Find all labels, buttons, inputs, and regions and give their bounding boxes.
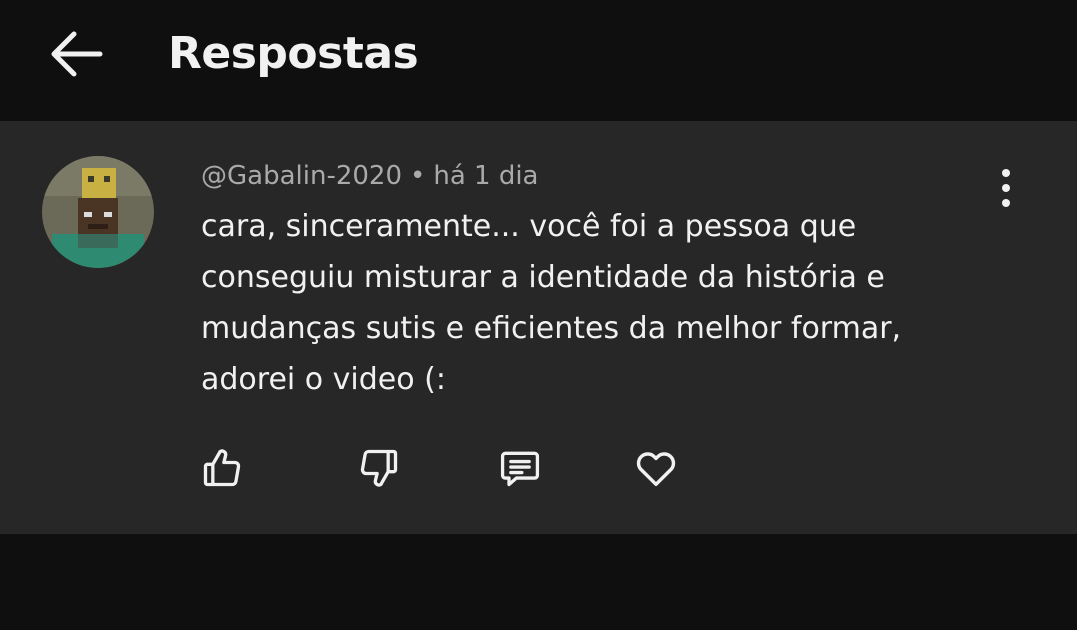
minecraft-character-avatar (42, 156, 154, 268)
bottom-empty-area (0, 534, 1077, 630)
reply-button[interactable] (496, 444, 544, 492)
avatar[interactable] (42, 156, 154, 268)
more-vert-icon (1002, 169, 1010, 207)
comment-card: @Gabalin-2020 • há 1 dia cara, sincerament… (0, 121, 1077, 534)
like-button[interactable] (198, 444, 246, 492)
meta-separator: • (410, 161, 426, 191)
top-app-bar: Respostas (0, 0, 1077, 121)
dislike-button[interactable] (355, 444, 403, 492)
author-name[interactable]: @Gabalin-2020 (201, 161, 402, 191)
comment-icon (500, 451, 540, 487)
page-title: Respostas (168, 28, 419, 79)
comment-time: há 1 dia (433, 161, 539, 191)
comment-meta: @Gabalin-2020 • há 1 dia (201, 157, 539, 195)
heart-button[interactable] (632, 444, 680, 492)
heart-icon (636, 452, 676, 487)
back-button[interactable] (42, 26, 110, 82)
comment-text: cara, sinceramente... você foi a pessoa … (201, 209, 902, 397)
arrow-left-icon (51, 31, 103, 77)
more-options-button[interactable] (984, 166, 1028, 210)
thumbs-up-icon (203, 449, 241, 487)
thumbs-down-icon (360, 449, 398, 487)
